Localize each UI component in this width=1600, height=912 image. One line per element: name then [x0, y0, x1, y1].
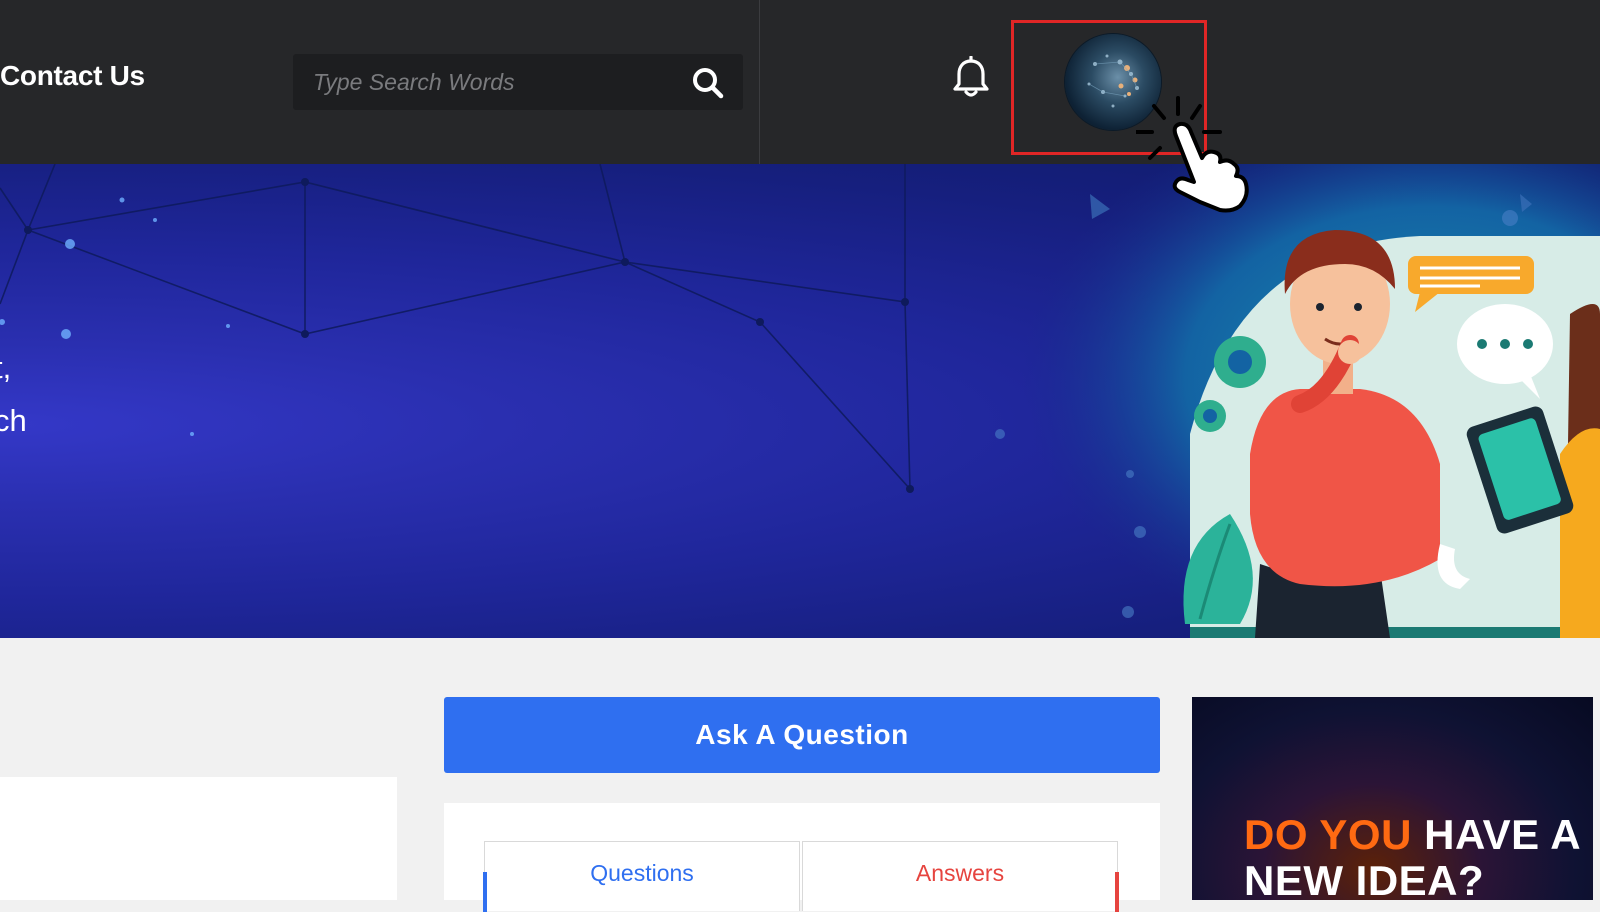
hero-network-illustration — [0, 164, 1600, 638]
search-input[interactable] — [293, 54, 663, 110]
ad-headline: DO YOU HAVE A NEW IDEA? — [1244, 811, 1593, 901]
search-icon — [693, 68, 724, 99]
ad-headline-highlight: DO YOU — [1244, 811, 1412, 858]
tab-questions[interactable]: Questions — [483, 841, 800, 912]
header-divider — [759, 0, 760, 164]
questions-answers-panel: Questions Answers — [444, 803, 1160, 912]
hero-text-line-1: t, — [0, 350, 12, 385]
tab-questions-label: Questions — [590, 860, 694, 886]
hero-banner: t, ch — [0, 164, 1600, 638]
bell-icon — [953, 55, 989, 97]
tab-answers-label: Answers — [915, 860, 1005, 886]
tab-answers-accent — [1115, 872, 1119, 912]
hero-text-line-2: ch — [0, 403, 27, 438]
ask-question-button[interactable]: Ask A Question — [444, 697, 1160, 773]
ad-headline-line-2: NEW IDEA? — [1244, 857, 1485, 901]
nav-link-contact-us[interactable]: Contact Us — [0, 60, 145, 92]
top-header: Contact Us — [0, 0, 1600, 164]
avatar-image — [1087, 54, 1139, 108]
tab-answers[interactable]: Answers — [802, 841, 1119, 912]
tab-questions-accent — [483, 872, 487, 912]
promo-ad-banner[interactable]: DO YOU HAVE A NEW IDEA? — [1192, 697, 1593, 900]
left-sidebar-panel — [0, 777, 397, 900]
user-avatar[interactable] — [1065, 34, 1161, 130]
search-button[interactable] — [691, 66, 725, 100]
notifications-button[interactable] — [951, 55, 991, 100]
search-box — [293, 54, 743, 110]
ad-headline-rest: HAVE A — [1411, 811, 1582, 858]
